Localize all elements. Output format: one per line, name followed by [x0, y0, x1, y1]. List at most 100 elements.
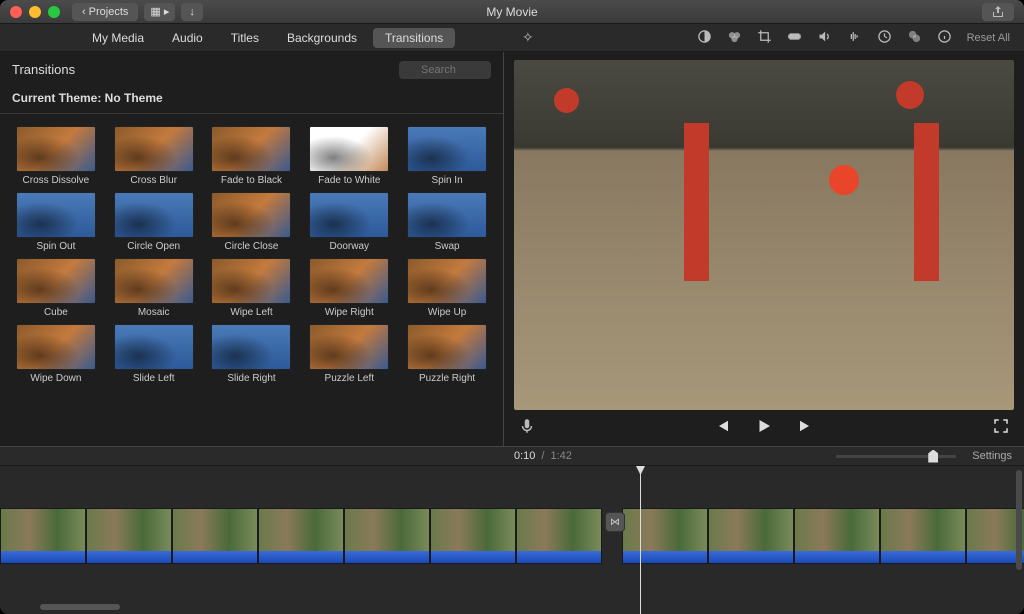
noise-reduction-icon[interactable]	[847, 29, 862, 47]
transition-label: Wipe Up	[428, 307, 466, 318]
timeline-clip[interactable]	[880, 508, 966, 564]
library-view-button[interactable]: ▦ ▸	[144, 3, 175, 21]
stabilize-icon[interactable]	[787, 29, 802, 47]
search-input[interactable]	[399, 61, 491, 79]
transition-label: Slide Right	[227, 373, 275, 384]
tab-transitions[interactable]: Transitions	[373, 28, 455, 48]
timeline[interactable]: ⋈	[0, 466, 1024, 614]
next-button[interactable]	[797, 417, 815, 440]
transition-item[interactable]: Puzzle Left	[303, 324, 395, 384]
transition-item[interactable]: Wipe Right	[303, 258, 395, 318]
tab-backgrounds[interactable]: Backgrounds	[275, 28, 369, 48]
preview-viewer[interactable]	[514, 60, 1014, 410]
speed-icon[interactable]	[877, 29, 892, 47]
transition-item[interactable]: Swap	[401, 192, 493, 252]
transition-thumbnail	[309, 126, 389, 172]
minimize-icon[interactable]	[29, 6, 41, 18]
transition-item[interactable]: Spin In	[401, 126, 493, 186]
transition-thumbnail	[407, 126, 487, 172]
transition-label: Spin In	[432, 175, 463, 186]
transitions-grid: Cross Dissolve Cross Blur Fade to Black Fad…	[0, 120, 503, 392]
crop-icon[interactable]	[757, 29, 772, 47]
transition-item[interactable]: Cross Dissolve	[10, 126, 102, 186]
transition-thumbnail	[211, 324, 291, 370]
transition-badge[interactable]: ⋈	[605, 512, 625, 532]
transition-item[interactable]: Slide Right	[206, 324, 298, 384]
transition-thumbnail	[114, 192, 194, 238]
timeline-clip[interactable]	[344, 508, 430, 564]
enhance-icon[interactable]: ✧	[522, 29, 534, 46]
tab-my-media[interactable]: My Media	[80, 28, 156, 48]
transition-item[interactable]: Wipe Left	[206, 258, 298, 318]
window-controls	[0, 6, 60, 18]
transition-item[interactable]: Fade to Black	[206, 126, 298, 186]
timeline-clip[interactable]	[0, 508, 86, 564]
timeline-header: 0:10 / 1:42 Settings	[0, 446, 1024, 466]
transition-thumbnail	[114, 258, 194, 304]
transition-thumbnail	[16, 126, 96, 172]
transition-thumbnail	[407, 192, 487, 238]
timeline-clip[interactable]	[86, 508, 172, 564]
transition-item[interactable]: Slide Left	[108, 324, 200, 384]
window-title: My Movie	[486, 5, 537, 19]
timeline-clip[interactable]	[172, 508, 258, 564]
settings-button[interactable]: Settings	[972, 450, 1012, 462]
transition-label: Wipe Down	[30, 373, 81, 384]
import-button[interactable]: ↓	[181, 3, 203, 21]
voiceover-icon[interactable]	[518, 417, 536, 440]
transition-thumbnail	[211, 258, 291, 304]
timeline-clip[interactable]	[708, 508, 794, 564]
zoom-slider[interactable]	[836, 455, 956, 458]
current-time: 0:10	[514, 450, 535, 462]
fullscreen-icon[interactable]	[992, 417, 1010, 440]
transition-item[interactable]: Spin Out	[10, 192, 102, 252]
timeline-clip[interactable]	[258, 508, 344, 564]
transition-label: Puzzle Left	[325, 373, 374, 384]
transition-item[interactable]: Cross Blur	[108, 126, 200, 186]
share-button[interactable]	[982, 3, 1014, 21]
library-tabs: My Media Audio Titles Backgrounds Transi…	[0, 28, 455, 48]
timeline-clip[interactable]	[430, 508, 516, 564]
tab-audio[interactable]: Audio	[160, 28, 215, 48]
total-time: 1:42	[550, 450, 571, 462]
back-label: Projects	[89, 6, 129, 18]
transition-thumbnail	[309, 192, 389, 238]
prev-button[interactable]	[713, 417, 731, 440]
transition-item[interactable]: Fade to White	[303, 126, 395, 186]
info-icon[interactable]	[937, 29, 952, 47]
transition-thumbnail	[407, 324, 487, 370]
playhead[interactable]	[640, 466, 641, 614]
timeline-clip[interactable]	[794, 508, 880, 564]
play-button[interactable]	[755, 417, 773, 440]
transition-item[interactable]: Cube	[10, 258, 102, 318]
transition-thumbnail	[16, 258, 96, 304]
transition-item[interactable]: Circle Close	[206, 192, 298, 252]
window-scrollbar[interactable]	[1016, 470, 1022, 570]
timeline-clip[interactable]	[622, 508, 708, 564]
zoom-icon[interactable]	[48, 6, 60, 18]
chevron-left-icon: ‹	[82, 6, 86, 18]
reset-all-button[interactable]: Reset All	[967, 32, 1010, 44]
color-balance-icon[interactable]	[697, 29, 712, 47]
transition-thumbnail	[407, 258, 487, 304]
close-icon[interactable]	[10, 6, 22, 18]
transition-label: Fade to White	[318, 175, 380, 186]
transition-label: Mosaic	[138, 307, 170, 318]
theme-label: Current Theme: No Theme	[0, 87, 503, 114]
filter-icon[interactable]	[907, 29, 922, 47]
transition-label: Swap	[435, 241, 460, 252]
transition-item[interactable]: Wipe Up	[401, 258, 493, 318]
transition-item[interactable]: Doorway	[303, 192, 395, 252]
transition-item[interactable]: Mosaic	[108, 258, 200, 318]
tab-titles[interactable]: Titles	[219, 28, 271, 48]
transition-item[interactable]: Wipe Down	[10, 324, 102, 384]
timeline-scrollbar[interactable]	[40, 604, 120, 610]
volume-icon[interactable]	[817, 29, 832, 47]
timeline-clip[interactable]	[516, 508, 602, 564]
transition-item[interactable]: Circle Open	[108, 192, 200, 252]
transition-item[interactable]: Puzzle Right	[401, 324, 493, 384]
transition-label: Cross Blur	[130, 175, 177, 186]
time-separator: /	[541, 450, 544, 462]
color-correction-icon[interactable]	[727, 29, 742, 47]
back-projects-button[interactable]: ‹ Projects	[72, 3, 138, 21]
